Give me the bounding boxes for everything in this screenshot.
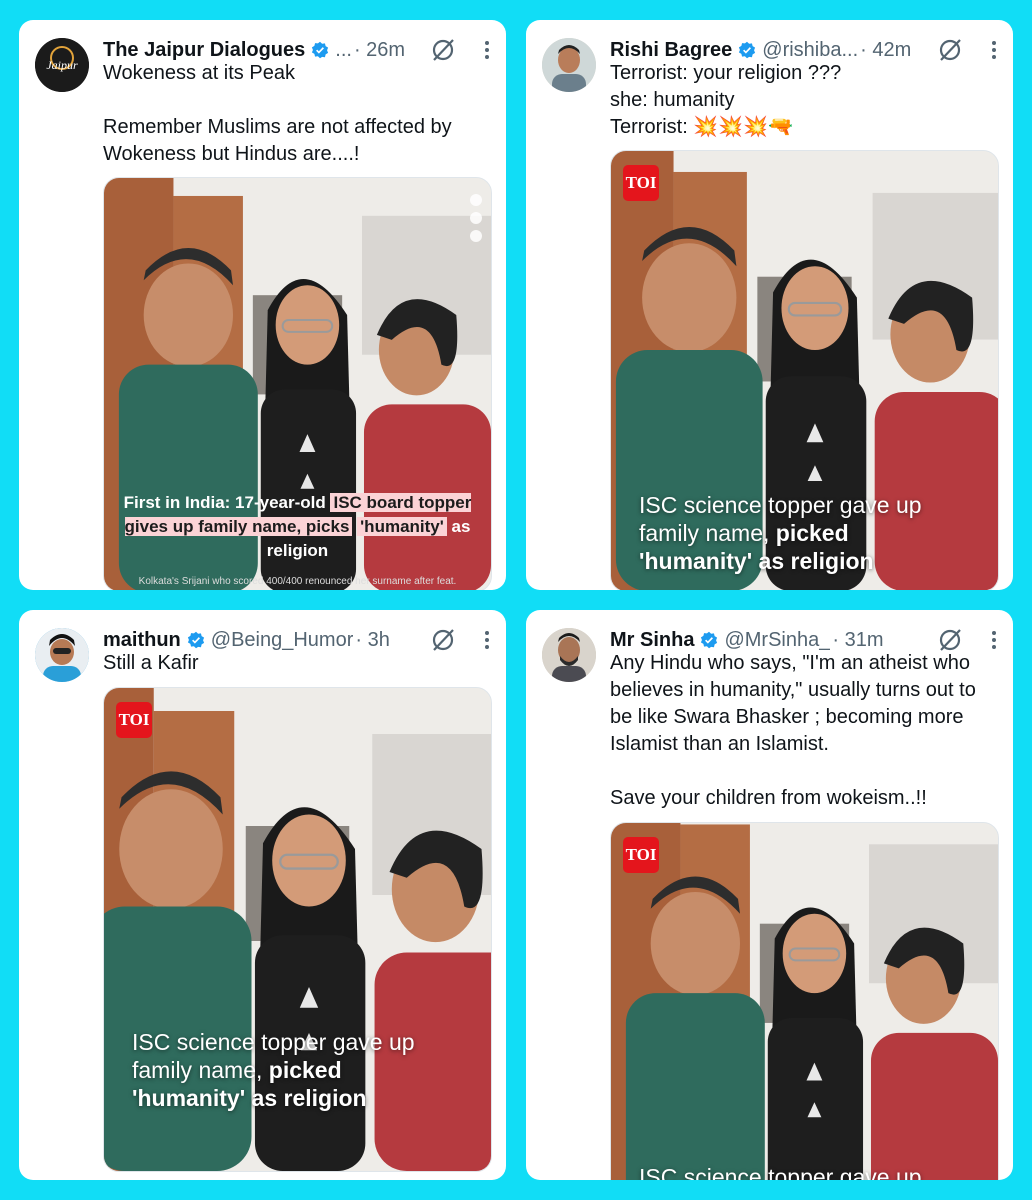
more-icon[interactable] — [484, 40, 490, 60]
timestamp[interactable]: · 42m — [860, 39, 911, 62]
tweet-text: Still a Kafir — [103, 652, 199, 674]
more-icon[interactable] — [484, 630, 490, 650]
tweet-media[interactable]: TOI ISC science topper gave up family na… — [610, 150, 999, 590]
tweet-text: Terrorist: your religion ??? she: humani… — [610, 62, 842, 138]
avatar[interactable] — [542, 628, 596, 682]
tweet-card[interactable]: Jaipur The Jaipur Dialogues ... · 26m Wo… — [19, 20, 506, 590]
tweet-card[interactable]: Mr Sinha @MrSinha_ · 31m Any Hindu who s… — [526, 610, 1013, 1180]
timestamp[interactable]: · 3h — [355, 629, 389, 652]
tweet-media[interactable]: First in India: 17-year-old ISC board to… — [103, 177, 492, 590]
author-name[interactable]: maithun — [103, 629, 181, 652]
media-caption: ISC science topper gave up family name, … — [639, 492, 922, 574]
more-icon[interactable] — [991, 630, 997, 650]
toi-logo: TOI — [623, 165, 659, 201]
media-caption: ISC science topper gave up — [639, 1164, 922, 1180]
media-caption: First in India: 17-year-old ISC board to… — [123, 493, 472, 560]
verified-badge-icon — [739, 41, 756, 59]
avatar[interactable] — [542, 38, 596, 92]
tweet-card[interactable]: Rishi Bagree @rishiba... · 42m Terrorist… — [526, 20, 1013, 590]
tweet-media[interactable]: TOI ISC science topper gave up — [610, 822, 999, 1180]
tweet-media[interactable]: TOI ISC science topper gave up family na… — [103, 687, 492, 1172]
profile-photo — [35, 628, 89, 682]
tweet-text: Any Hindu who says, "I'm an atheist who … — [610, 652, 976, 809]
profile-photo — [542, 628, 596, 682]
media-caption: ISC science topper gave up family name, … — [132, 1029, 415, 1111]
tweet-card[interactable]: maithun @Being_Humor · 3h Still a Kafir … — [19, 610, 506, 1180]
author-handle[interactable]: @rishiba... — [762, 39, 858, 62]
avatar[interactable] — [35, 628, 89, 682]
verified-badge-icon — [701, 631, 718, 649]
author-name[interactable]: The Jaipur Dialogues — [103, 39, 305, 62]
toi-logo: TOI — [623, 837, 659, 873]
toi-logo: TOI — [116, 702, 152, 738]
media-subcaption: Kolkata's Srijani who scored 400/400 ren… — [138, 576, 457, 587]
author-handle[interactable]: ... — [335, 39, 352, 62]
verified-badge-icon — [187, 631, 204, 649]
profile-photo — [542, 38, 596, 92]
author-handle[interactable]: @Being_Humor — [211, 629, 354, 652]
svg-text:Jaipur: Jaipur — [46, 58, 78, 72]
timestamp[interactable]: · 26m — [354, 39, 405, 62]
avatar[interactable]: Jaipur — [35, 38, 89, 92]
more-icon[interactable] — [991, 40, 997, 60]
photo-image — [611, 823, 998, 1180]
author-name[interactable]: Rishi Bagree — [610, 39, 732, 62]
timestamp[interactable]: · 31m — [832, 629, 883, 652]
verified-badge-icon — [312, 41, 329, 59]
author-handle[interactable]: @MrSinha_ — [724, 629, 830, 652]
jaipur-logo-icon: Jaipur — [35, 38, 89, 92]
social-icons — [467, 194, 485, 242]
author-name[interactable]: Mr Sinha — [610, 629, 694, 652]
tweet-text: Wokeness at its Peak Remember Muslims ar… — [103, 62, 452, 165]
